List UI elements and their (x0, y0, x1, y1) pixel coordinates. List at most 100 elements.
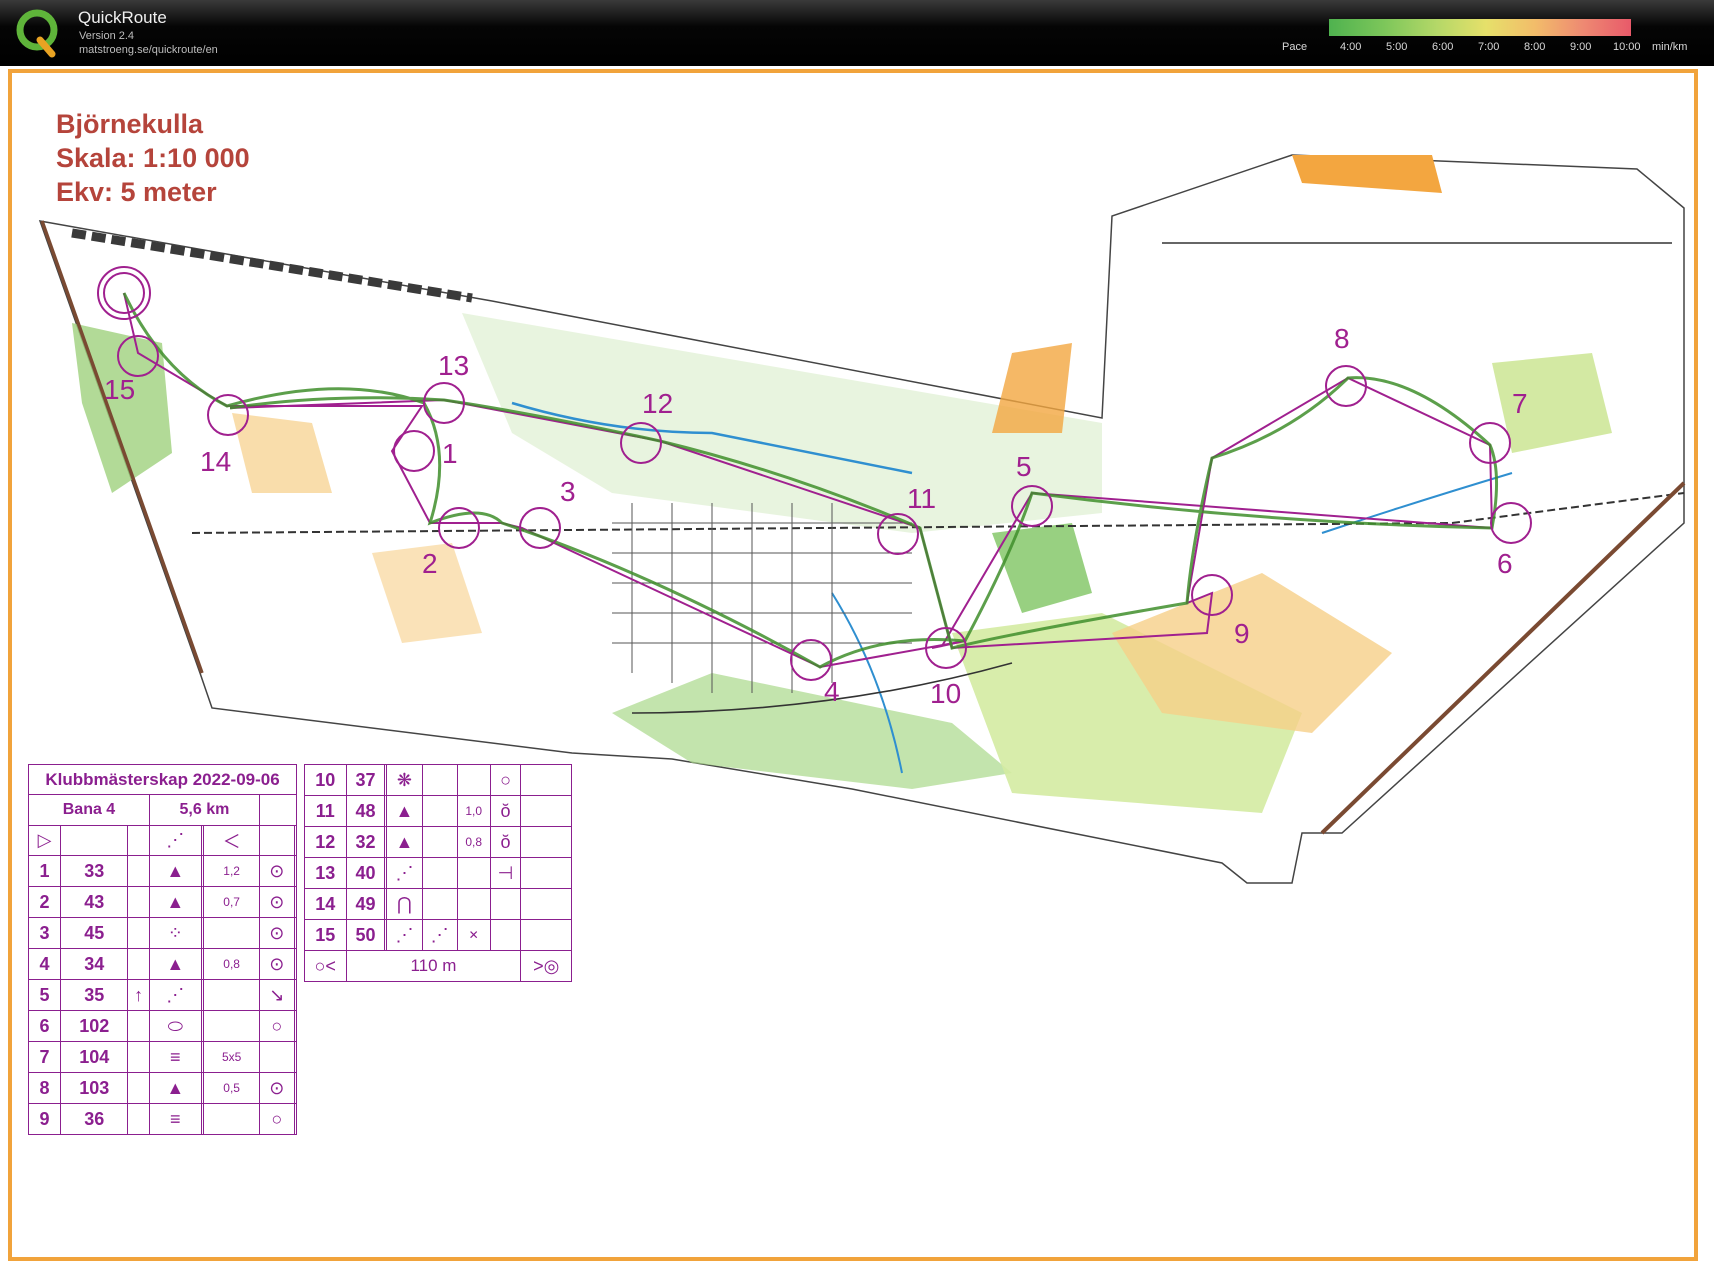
control-cell-f: 0,5 (203, 1072, 260, 1104)
control-cell-f (203, 1103, 260, 1135)
control-cell-g: ○ (258, 1103, 295, 1135)
control-row: 11 48 ▲ 1,0 ŏ (304, 795, 572, 827)
control-row: 7 104 ≡ 5x5 (27, 1041, 298, 1073)
control-label: 6 (1497, 548, 1513, 579)
control-cell-num: 4 (27, 948, 62, 980)
control-cell-num: 2 (27, 886, 62, 918)
control-label: 4 (824, 676, 840, 707)
control-cell-num: 15 (304, 919, 347, 951)
control-cell-code: 32 (345, 826, 386, 858)
title-bar: QuickRoute Version 2.4 matstroeng.se/qui… (0, 0, 1714, 66)
start-symbol: ▷ (27, 825, 62, 856)
control-cell-d: ❋ (386, 764, 423, 796)
control-cell-h (293, 855, 298, 887)
control-row: 12 32 ▲ 0,8 ŏ (304, 826, 572, 858)
control-label: 2 (422, 548, 438, 579)
control-cell-d: ≡ (148, 1041, 202, 1073)
control-cell-g (489, 888, 522, 920)
control-cell-e (421, 888, 458, 920)
pace-tick: 9:00 (1570, 41, 1592, 53)
control-label: 15 (104, 374, 135, 405)
control-cell-d: ▲ (148, 855, 202, 887)
control-cell-d: ⋰ (386, 857, 423, 889)
control-cell-f (456, 857, 491, 889)
control-row: 8 103 ▲ 0,5 ⊙ (27, 1072, 298, 1104)
control-row: 2 43 ▲ 0,7 ⊙ (27, 886, 298, 918)
pace-tick: 10:00 (1613, 41, 1641, 53)
control-cell-g: ⊣ (489, 857, 522, 889)
course-length: 5,6 km (148, 794, 260, 826)
map-title: Björnekulla Skala: 1:10 000 Ekv: 5 meter (56, 107, 250, 209)
control-cell-code: 36 (60, 1103, 129, 1135)
control-row: 1 33 ▲ 1,2 ⊙ (27, 855, 298, 887)
control-row: 3 45 ⁘ ⊙ (27, 917, 298, 949)
control-cell-f: ✕ (456, 919, 491, 951)
control-cell-f (456, 764, 491, 796)
control-label: 11 (907, 483, 936, 514)
control-cell-g: ↘ (258, 979, 295, 1011)
control-cell-e: ⋰ (421, 919, 458, 951)
control-cell-d: ⁘ (148, 917, 202, 949)
control-cell-c (127, 855, 150, 887)
control-cell-h (293, 917, 298, 949)
control-cell-g: ⊙ (258, 886, 295, 918)
control-cell-f: 0,8 (203, 948, 260, 980)
control-cell-h (520, 764, 572, 796)
control-cell-num: 10 (304, 764, 347, 796)
control-cell-f: 0,7 (203, 886, 260, 918)
control-row: 10 37 ❋ ○ (304, 764, 572, 796)
finish-symbol-right: >◎ (520, 950, 572, 982)
map-title-line: Ekv: 5 meter (56, 177, 217, 207)
control-cell-e (421, 764, 458, 796)
control-label: 3 (560, 476, 576, 507)
control-cell-f (203, 917, 260, 949)
control-cell-code: 43 (60, 886, 129, 918)
control-cell-g: ⊙ (258, 917, 295, 949)
control-description-table-right: 10 37 ❋ ○ 11 48 ▲ 1,0 ŏ 12 32 ▲ 0,8 ŏ 13 40 ⋰ ⊣ 14 49 ⋂ 15 50 ⋰… (304, 764, 572, 982)
control-description-table-left: Klubbmästerskap 2022-09-06 Bana 4 5,6 km… (27, 764, 298, 1135)
pace-tick: 7:00 (1478, 41, 1500, 53)
control-cell-num: 13 (304, 857, 347, 889)
control-cell-h (293, 1072, 298, 1104)
control-cell-num: 14 (304, 888, 347, 920)
control-cell-code: 48 (345, 795, 386, 827)
control-cell-code: 34 (60, 948, 129, 980)
control-cell-d: ▲ (386, 826, 423, 858)
control-cell-num: 6 (27, 1010, 62, 1042)
control-cell-num: 11 (304, 795, 347, 827)
control-label: 1 (442, 438, 458, 469)
course-name: Bana 4 (28, 794, 150, 826)
control-cell-code: 102 (60, 1010, 129, 1042)
control-cell-d: ▲ (148, 886, 202, 918)
control-cell-d: ⬭ (148, 1010, 202, 1042)
control-cell-g: ⊙ (258, 855, 295, 887)
map-title-line: Björnekulla (56, 109, 204, 139)
control-cell-h (520, 795, 572, 827)
event-name: Klubbmästerskap 2022-09-06 (28, 764, 297, 795)
control-cell-g (489, 919, 522, 951)
control-cell-code: 40 (345, 857, 386, 889)
pace-tick: 8:00 (1524, 41, 1546, 53)
app-url[interactable]: matstroeng.se/quickroute/en (79, 44, 218, 56)
control-cell-num: 5 (27, 979, 62, 1011)
control-cell-num: 9 (27, 1103, 62, 1135)
control-cell-num: 1 (27, 855, 62, 887)
control-cell-f: 0,8 (456, 826, 491, 858)
control-cell-f: 1,0 (456, 795, 491, 827)
control-cell-c (127, 886, 150, 918)
control-cell-code: 45 (60, 917, 129, 949)
control-cell-h (520, 826, 572, 858)
control-cell-g: ⊙ (258, 1072, 295, 1104)
control-cell-num: 3 (27, 917, 62, 949)
control-cell-f (203, 1010, 260, 1042)
control-cell-g: ŏ (489, 795, 522, 827)
control-cell-h (293, 948, 298, 980)
control-cell-f: 5x5 (203, 1041, 260, 1073)
control-cell-h (293, 1041, 298, 1073)
control-cell-h (520, 919, 572, 951)
control-cell-d: ▲ (148, 1072, 202, 1104)
control-cell-f (203, 979, 260, 1011)
pace-tick: 6:00 (1432, 41, 1454, 53)
control-label: 5 (1016, 451, 1032, 482)
control-label: 10 (930, 678, 961, 709)
